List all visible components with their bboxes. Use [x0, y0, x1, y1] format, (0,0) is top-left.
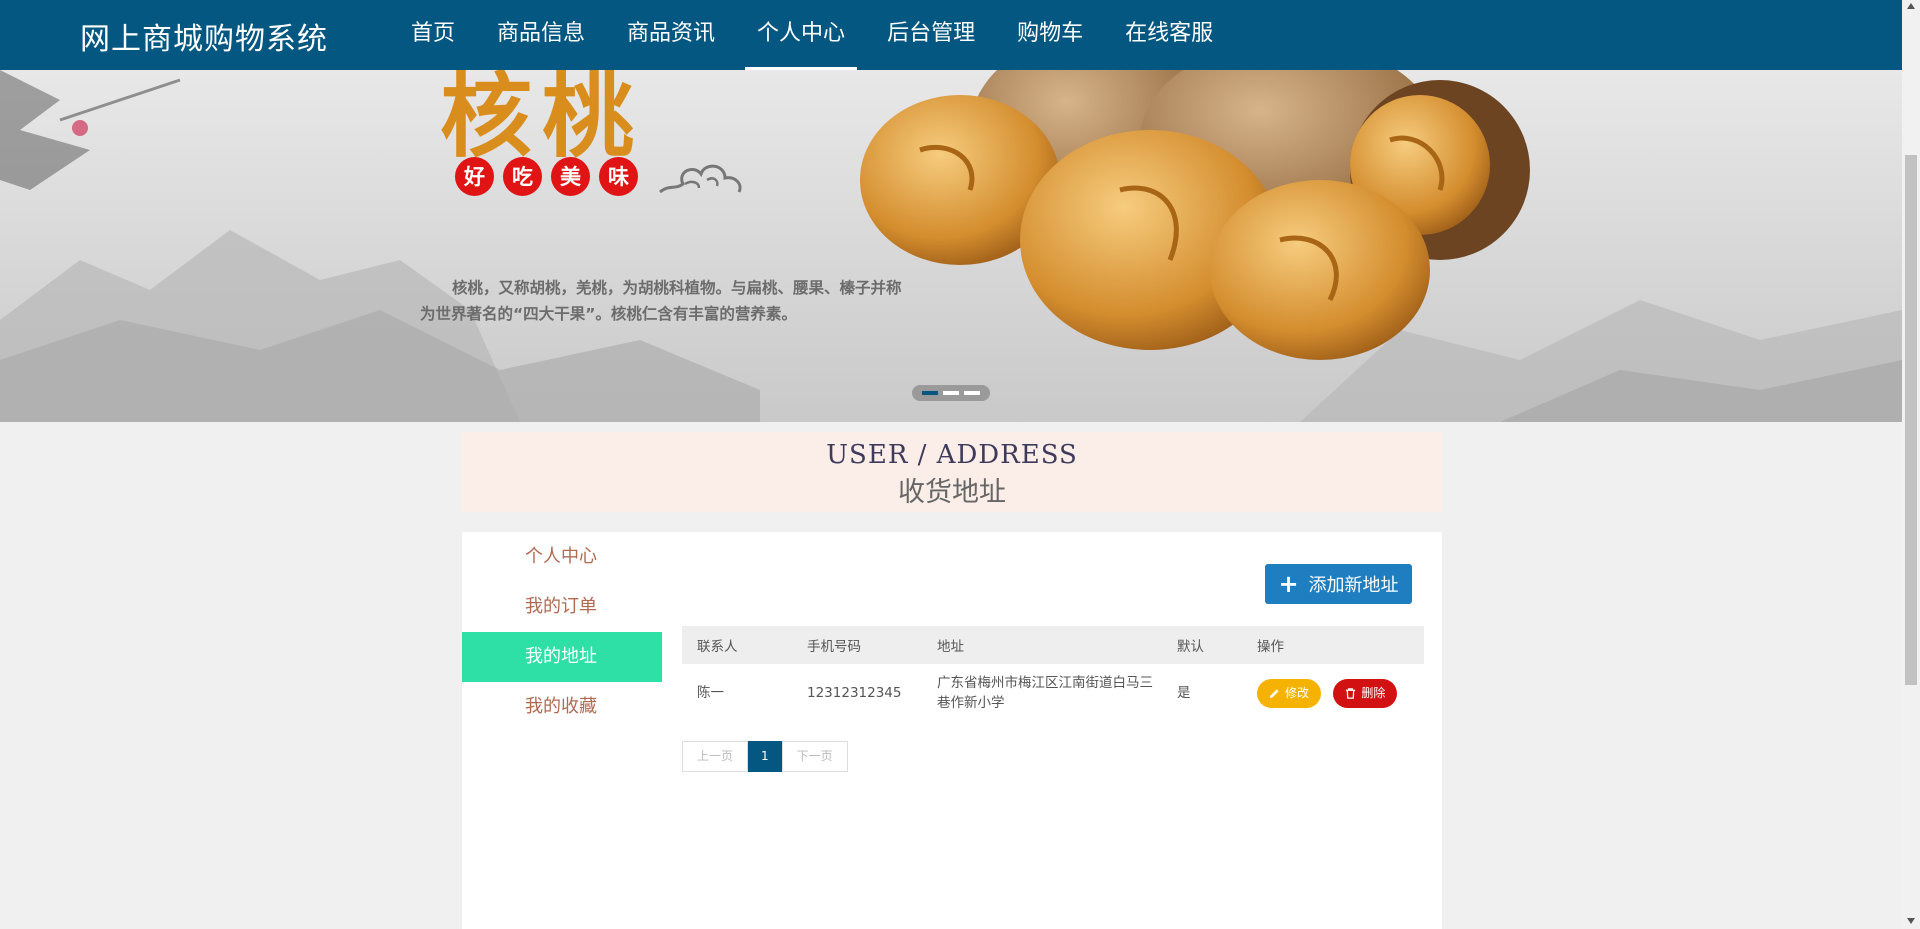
- content-panel: 个人中心 我的订单 我的地址 我的收藏 + 添加新地址 联系人 手机号码 地址 …: [462, 532, 1442, 929]
- column-header-contact: 联系人: [682, 626, 792, 664]
- delete-label: 删除: [1361, 686, 1386, 700]
- cell-contact: 陈一: [697, 685, 724, 701]
- banner-carousel[interactable]: 核桃 好 吃 美 味 核桃，又称胡桃，羌桃，为胡桃科植物。与扁桃、腰果、榛子并称…: [0, 70, 1902, 422]
- add-address-label: 添加新地址: [1308, 575, 1399, 596]
- nav-item-cart[interactable]: 购物车: [996, 0, 1104, 70]
- sidebar-item-favorites[interactable]: 我的收藏: [462, 682, 662, 732]
- page-1-button[interactable]: 1: [748, 741, 782, 772]
- scrollbar-thumb[interactable]: [1905, 155, 1917, 685]
- section-title-en: USER / ADDRESS: [826, 440, 1078, 470]
- banner-badges: 好 吃 美 味: [455, 157, 638, 196]
- banner-badge: 味: [599, 157, 638, 196]
- nav-item-user-center[interactable]: 个人中心: [736, 0, 866, 70]
- table-row: 陈一 12312312345 广东省梅州市梅江区江南街道白马三巷作新小学 是 修…: [682, 664, 1424, 722]
- column-header-address: 地址: [922, 626, 1162, 664]
- page-scrollbar[interactable]: [1902, 0, 1920, 929]
- trash-icon: [1346, 687, 1356, 699]
- cell-address: 广东省梅州市梅江区江南街道白马三巷作新小学: [937, 675, 1153, 711]
- nav-item-products[interactable]: 商品信息: [476, 0, 606, 70]
- delete-button[interactable]: 删除: [1333, 678, 1398, 708]
- sidebar-item-address[interactable]: 我的地址: [462, 632, 662, 682]
- banner-badge: 美: [551, 157, 590, 196]
- nav-item-admin[interactable]: 后台管理: [866, 0, 996, 70]
- sidebar-item-user-center[interactable]: 个人中心: [462, 532, 662, 582]
- scroll-down-arrow-icon[interactable]: [1907, 918, 1915, 924]
- top-nav-bar: 网上商城购物系统 首页 商品信息 商品资讯 个人中心 后台管理 购物车 在线客服: [0, 0, 1902, 70]
- nav-item-news[interactable]: 商品资讯: [606, 0, 736, 70]
- cell-phone: 12312312345: [807, 685, 902, 701]
- column-header-actions: 操作: [1242, 626, 1424, 664]
- address-table: 联系人 手机号码 地址 默认 操作 陈一 12312312345 广东省梅州市梅…: [682, 626, 1424, 722]
- plus-icon: +: [1278, 570, 1299, 598]
- column-header-default: 默认: [1162, 626, 1242, 664]
- edit-button[interactable]: 修改: [1257, 678, 1322, 708]
- section-title-cn: 收货地址: [898, 477, 1006, 508]
- scroll-up-arrow-icon[interactable]: [1907, 3, 1915, 9]
- walnuts-image: [860, 70, 1530, 360]
- nav-item-home[interactable]: 首页: [390, 0, 476, 70]
- nav-item-support[interactable]: 在线客服: [1104, 0, 1234, 70]
- site-brand[interactable]: 网上商城购物系统: [80, 14, 328, 58]
- section-header: USER / ADDRESS 收货地址: [462, 432, 1442, 512]
- pagination: 上一页 1 下一页: [682, 741, 848, 772]
- main-nav: 首页 商品信息 商品资讯 个人中心 后台管理 购物车 在线客服: [390, 0, 1234, 70]
- banner-badge: 好: [455, 157, 494, 196]
- prev-page-button[interactable]: 上一页: [682, 741, 749, 772]
- carousel-dot-2[interactable]: [943, 391, 959, 395]
- cell-actions: 修改 删除: [1242, 664, 1424, 722]
- cloud-ornament-icon: [659, 164, 742, 194]
- carousel-indicators: [912, 385, 990, 401]
- carousel-dot-3[interactable]: [964, 391, 980, 395]
- next-page-button[interactable]: 下一页: [781, 741, 848, 772]
- add-address-button[interactable]: + 添加新地址: [1265, 564, 1412, 604]
- sidebar-item-orders[interactable]: 我的订单: [462, 582, 662, 632]
- user-sidebar: 个人中心 我的订单 我的地址 我的收藏: [462, 532, 662, 732]
- banner-badge: 吃: [503, 157, 542, 196]
- table-header-row: 联系人 手机号码 地址 默认 操作: [682, 626, 1424, 664]
- carousel-dot-1[interactable]: [922, 391, 938, 395]
- pencil-icon: [1269, 688, 1279, 698]
- cell-default: 是: [1177, 685, 1191, 701]
- column-header-phone: 手机号码: [792, 626, 922, 664]
- edit-label: 修改: [1285, 686, 1310, 700]
